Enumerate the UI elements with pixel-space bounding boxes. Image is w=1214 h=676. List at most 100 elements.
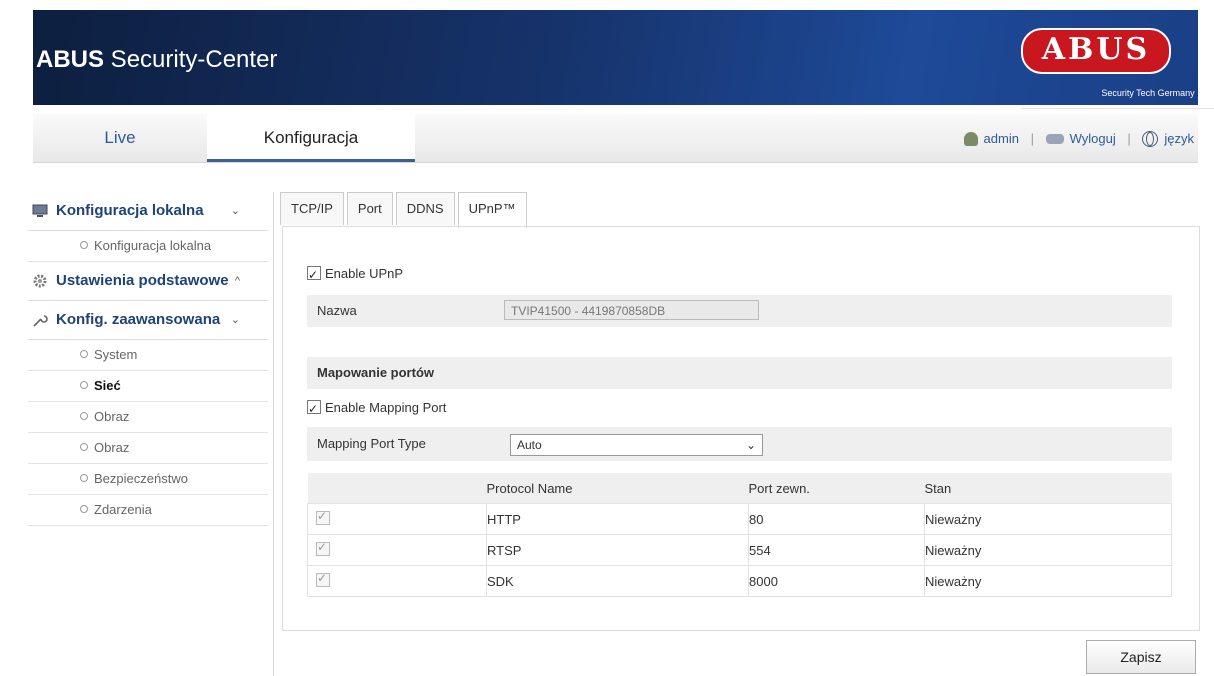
sidebar-item-bezpieczenstwo[interactable]: Bezpieczeństwo (28, 464, 268, 495)
logo-word: ABUS (1041, 32, 1151, 67)
user-name: admin (983, 130, 1019, 146)
bullet-icon (80, 350, 88, 358)
sidebar-section-label: Konfig. zaawansowana (56, 311, 221, 328)
table-cell-port: 554 (748, 534, 925, 566)
table-cell-protocol: HTTP (486, 503, 749, 535)
main-nav: Live Konfiguracja admin | Wyloguj | języ… (33, 114, 1198, 163)
globe-icon[interactable] (1142, 130, 1159, 147)
sidebar-item-konfiguracja-lokalna[interactable]: Konfiguracja lokalna (28, 231, 268, 262)
table-row: RTSP 554 Nieważny (307, 534, 1172, 566)
enable-upnp-row: Enable UPnP (307, 263, 1172, 286)
sidebar-item-obraz[interactable]: Obraz (28, 402, 268, 433)
bullet-icon (80, 412, 88, 420)
sidebar-section-basic[interactable]: Ustawienia podstawowe ^ (28, 262, 268, 301)
sidebar-section-label: Konfiguracja lokalna (56, 202, 204, 219)
sidebar-item-siec[interactable]: Sieć (28, 371, 268, 402)
save-button[interactable]: Zapisz (1086, 640, 1196, 674)
settings-tabs: TCP/IP Port DDNS UPnP™ (280, 192, 530, 228)
user-icon (963, 131, 978, 146)
logo-subtitle: Security Tech Germany (1021, 78, 1214, 109)
sidebar-section-label: Ustawienia podstawowe (56, 272, 229, 289)
app-header: ABUS Security-Center ABUS Security Tech … (33, 10, 1214, 109)
row-checkbox (316, 509, 330, 525)
sidebar-item-label: Sieć (94, 378, 121, 393)
bullet-icon (80, 505, 88, 513)
table-header-row: Protocol Name Port zewn. Stan (307, 473, 1172, 504)
mapping-type-row: Mapping Port Type Auto ⌄ (307, 427, 1172, 461)
sidebar-item-label: Konfiguracja lokalna (94, 238, 212, 253)
enable-mapping-row: Enable Mapping Port (307, 397, 1172, 420)
chevron-up-icon[interactable]: ^ (235, 262, 240, 300)
bullet-icon (80, 474, 88, 482)
enable-mapping-label: Enable Mapping Port (325, 400, 447, 415)
table-row: HTTP 80 Nieważny (307, 503, 1172, 535)
divider (273, 192, 274, 676)
sidebar-item-obraz-2[interactable]: Obraz (28, 433, 268, 464)
tab-ddns[interactable]: DDNS (395, 192, 455, 225)
sidebar-section-local[interactable]: Konfiguracja lokalna ⌄ (28, 192, 268, 231)
abus-logo: ABUS Security Tech Germany (1021, 28, 1214, 109)
row-checkbox (316, 571, 330, 587)
chevron-down-icon[interactable]: ⌄ (231, 192, 240, 230)
sidebar-item-label: Zdarzenia (94, 502, 152, 517)
table-header-port: Port zewn. (748, 473, 925, 504)
name-row: Nazwa TVIP41500 - 4419870858DB (307, 295, 1172, 327)
table-cell (307, 534, 487, 566)
app-title-text: Security-Center (104, 46, 278, 73)
language-link[interactable]: język (1164, 115, 1194, 163)
table-cell-protocol: SDK (486, 565, 749, 597)
sidebar-item-label: Bezpieczeństwo (94, 471, 188, 486)
sidebar-section-advanced[interactable]: Konfig. zaawansowana ⌄ (28, 301, 268, 340)
table-cell-status: Nieważny (924, 534, 1172, 566)
enable-upnp-checkbox[interactable] (307, 264, 321, 286)
monitor-icon (32, 204, 48, 217)
enable-mapping-checkbox[interactable] (307, 398, 321, 420)
bullet-icon (80, 241, 88, 249)
sidebar-item-system[interactable]: System (28, 340, 268, 371)
separator: | (1127, 130, 1131, 146)
mapping-header-label: Mapowanie portów (317, 365, 434, 380)
bullet-icon (80, 443, 88, 451)
nav-tab-live[interactable]: Live (33, 114, 207, 162)
table-cell-status: Nieważny (924, 503, 1172, 535)
mapping-type-value: Auto (517, 438, 542, 452)
app-title-brand: ABUS (36, 46, 105, 73)
wrench-icon (33, 315, 48, 327)
chevron-down-icon[interactable]: ⌄ (231, 301, 240, 339)
sidebar-item-zdarzenia[interactable]: Zdarzenia (28, 495, 268, 526)
name-label: Nazwa (317, 303, 357, 318)
app-title: ABUS Security-Center (36, 46, 277, 74)
tab-upnp[interactable]: UPnP™ (457, 192, 527, 228)
table-cell-status: Nieważny (924, 565, 1172, 597)
table-cell-port: 80 (748, 503, 925, 535)
upnp-panel: Enable UPnP Nazwa TVIP41500 - 4419870858… (282, 226, 1200, 631)
sidebar-item-label: Obraz (94, 440, 130, 455)
table-header-status: Stan (924, 473, 1172, 504)
logout-icon[interactable] (1045, 133, 1064, 144)
sidebar-item-label: Obraz (94, 409, 130, 424)
table-row: SDK 8000 Nieważny (307, 565, 1172, 597)
nav-tab-konfiguracja[interactable]: Konfiguracja (207, 114, 415, 162)
name-input[interactable]: TVIP41500 - 4419870858DB (504, 300, 759, 320)
sidebar: Konfiguracja lokalna ⌄ Konfiguracja loka… (28, 192, 268, 526)
chevron-down-icon: ⌄ (745, 438, 756, 452)
tab-tcpip[interactable]: TCP/IP (280, 192, 344, 225)
bullet-icon (80, 381, 88, 389)
table-header-protocol: Protocol Name (486, 473, 749, 504)
tab-port[interactable]: Port (346, 192, 393, 225)
gear-icon (33, 274, 47, 288)
sidebar-item-label: System (94, 347, 138, 362)
table-cell-port: 8000 (748, 565, 925, 597)
separator: | (1030, 130, 1034, 146)
mapping-type-select[interactable]: Auto ⌄ (510, 434, 763, 456)
port-mapping-table: Protocol Name Port zewn. Stan HTTP 80 Ni… (307, 473, 1172, 597)
table-cell (307, 565, 487, 597)
table-header-select (307, 473, 487, 504)
row-checkbox (316, 540, 330, 556)
mapping-header: Mapowanie portów (307, 357, 1172, 389)
enable-upnp-label: Enable UPnP (325, 266, 404, 281)
table-cell (307, 503, 487, 535)
user-bar: admin | Wyloguj | język (963, 114, 1194, 163)
table-cell-protocol: RTSP (486, 534, 749, 566)
logout-link[interactable]: Wyloguj (1070, 115, 1116, 163)
